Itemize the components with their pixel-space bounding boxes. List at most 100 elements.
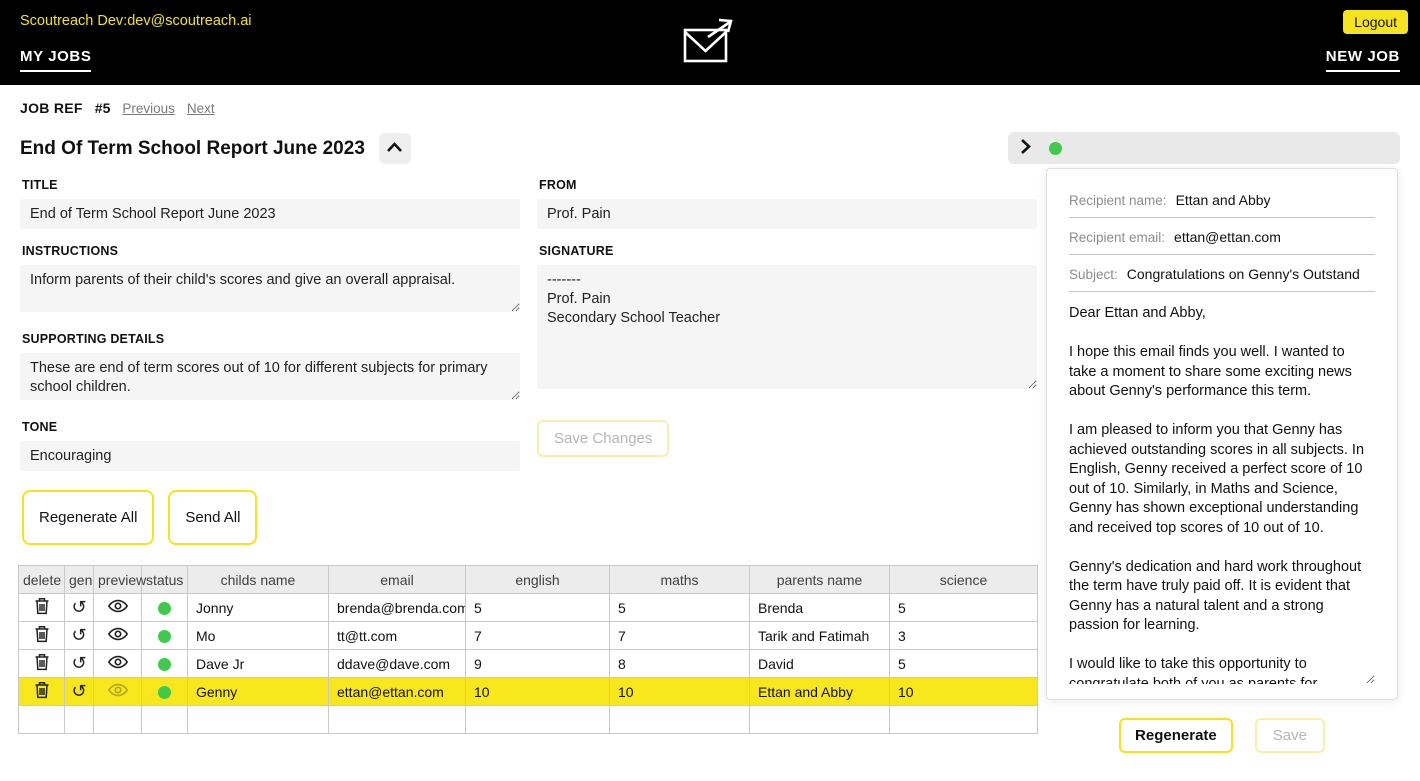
recipient-email-input[interactable] (1174, 229, 1375, 245)
subject-label: Subject: (1069, 267, 1118, 282)
cell-parents-name: Tarik and Fatimah (750, 622, 890, 650)
from-input[interactable] (537, 199, 1037, 229)
column-header-preview: preview (94, 566, 142, 594)
cell-childs-name: Jonny (188, 594, 329, 622)
preview-row-button[interactable] (108, 627, 128, 644)
delete-row-button[interactable] (34, 681, 50, 702)
subject-row: Subject: (1069, 255, 1375, 292)
bulk-actions-row: Regenerate All Send All (22, 490, 257, 545)
cell-english: 10 (466, 678, 610, 706)
status-dot (158, 602, 171, 615)
next-link[interactable]: Next (187, 101, 215, 116)
cell-childs-name: Genny (188, 678, 329, 706)
signature-textarea[interactable] (537, 265, 1037, 389)
job-ref-label: JOB REF (20, 100, 83, 116)
preview-row-button[interactable] (108, 599, 128, 616)
email-body-textarea[interactable] (1069, 292, 1375, 684)
trash-icon (34, 597, 50, 618)
column-header-email: email (329, 566, 466, 594)
cell-english: 5 (466, 594, 610, 622)
cell-english: 7 (466, 622, 610, 650)
save-changes-button[interactable]: Save Changes (537, 420, 669, 457)
recipient-name-row: Recipient name: (1069, 181, 1375, 218)
preview-status-dot (1049, 142, 1062, 155)
eye-icon (108, 627, 128, 644)
regenerate-row-button[interactable]: ↺ (71, 627, 86, 645)
collapse-job-button[interactable] (379, 133, 411, 164)
preview-collapse-bar[interactable] (1008, 132, 1400, 164)
cell-science: 3 (890, 622, 1038, 650)
supporting-details-textarea[interactable] (20, 353, 520, 400)
form-left-column: TITLE INSTRUCTIONS SUPPORTING DETAILS TO… (20, 178, 520, 486)
cell-email: ettan@ettan.com (329, 678, 466, 706)
delete-row-button[interactable] (34, 625, 50, 646)
cell-email: tt@tt.com (329, 622, 466, 650)
cell-parents-name: Ettan and Abby (750, 678, 890, 706)
my-jobs-link[interactable]: MY JOBS (20, 48, 91, 72)
regenerate-row-button[interactable]: ↺ (71, 655, 86, 673)
cell-childs-name: Mo (188, 622, 329, 650)
send-all-button[interactable]: Send All (168, 490, 257, 545)
cell-maths: 10 (610, 678, 750, 706)
logout-button[interactable]: Logout (1343, 10, 1408, 34)
cell-maths: 5 (610, 594, 750, 622)
trash-icon (34, 681, 50, 702)
column-header-maths: maths (610, 566, 750, 594)
recipient-email-label: Recipient email: (1069, 230, 1165, 245)
cell-science: 10 (890, 678, 1038, 706)
table-row[interactable]: ↺ Jonny brenda@brenda.com 5 5 Brenda 5 (19, 594, 1038, 622)
recipients-table: delete gen preview status childs name em… (18, 565, 1038, 734)
send-mail-icon (682, 18, 738, 69)
app-screen: Scoutreach Dev:dev@scoutreach.ai Logout … (0, 0, 1420, 781)
top-header-bar: Scoutreach Dev:dev@scoutreach.ai Logout … (0, 0, 1420, 85)
email-preview-panel: Recipient name: Recipient email: Subject… (1046, 168, 1398, 700)
instructions-textarea[interactable] (20, 265, 520, 312)
column-header-gen: gen (65, 566, 94, 594)
eye-icon (108, 683, 128, 700)
new-job-link[interactable]: NEW JOB (1326, 48, 1400, 72)
undo-icon: ↺ (71, 627, 86, 645)
table-row[interactable]: ↺ Mo tt@tt.com 7 7 Tarik and Fatimah 3 (19, 622, 1038, 650)
cell-parents-name: David (750, 650, 890, 678)
regenerate-row-button[interactable]: ↺ (71, 599, 86, 617)
eye-icon (108, 655, 128, 672)
regenerate-all-button[interactable]: Regenerate All (22, 490, 154, 545)
delete-row-button[interactable] (34, 597, 50, 618)
table-row[interactable]: ↺ Dave Jr ddave@dave.com 9 8 David 5 (19, 650, 1038, 678)
tone-input[interactable] (20, 441, 520, 471)
column-header-childs-name: childs name (188, 566, 329, 594)
status-dot (158, 686, 171, 699)
previous-link[interactable]: Previous (122, 101, 175, 116)
regenerate-row-button[interactable]: ↺ (71, 683, 86, 701)
undo-icon: ↺ (71, 683, 86, 701)
supporting-details-label: SUPPORTING DETAILS (22, 332, 520, 346)
recipient-name-label: Recipient name: (1069, 193, 1167, 208)
cell-maths: 8 (610, 650, 750, 678)
table-row-empty (19, 706, 1038, 734)
cell-parents-name: Brenda (750, 594, 890, 622)
recipient-name-input[interactable] (1176, 192, 1375, 208)
recipient-email-row: Recipient email: (1069, 218, 1375, 255)
trash-icon (34, 653, 50, 674)
job-ref-row: JOB REF #5 Previous Next (20, 100, 215, 116)
job-ref-number: #5 (95, 100, 111, 116)
recipients-table-wrapper: delete gen preview status childs name em… (18, 565, 1038, 734)
preview-row-button[interactable] (108, 683, 128, 700)
regenerate-button[interactable]: Regenerate (1119, 718, 1233, 753)
chevron-up-icon (386, 141, 403, 156)
table-row-selected[interactable]: ↺ Genny ettan@ettan.com 10 10 Ettan and … (19, 678, 1038, 706)
cell-english: 9 (466, 650, 610, 678)
column-header-science: science (890, 566, 1038, 594)
eye-icon (108, 599, 128, 616)
preview-actions-row: Regenerate Save (1046, 718, 1398, 753)
delete-row-button[interactable] (34, 653, 50, 674)
chevron-right-icon (1020, 138, 1031, 158)
column-header-english: english (466, 566, 610, 594)
subject-input[interactable] (1127, 266, 1375, 282)
preview-row-button[interactable] (108, 655, 128, 672)
table-header-row: delete gen preview status childs name em… (19, 566, 1038, 594)
form-right-column: FROM SIGNATURE Save Changes (537, 178, 1037, 486)
title-input[interactable] (20, 199, 520, 229)
save-button[interactable]: Save (1255, 718, 1325, 753)
job-title-row: End Of Term School Report June 2023 (20, 133, 411, 164)
